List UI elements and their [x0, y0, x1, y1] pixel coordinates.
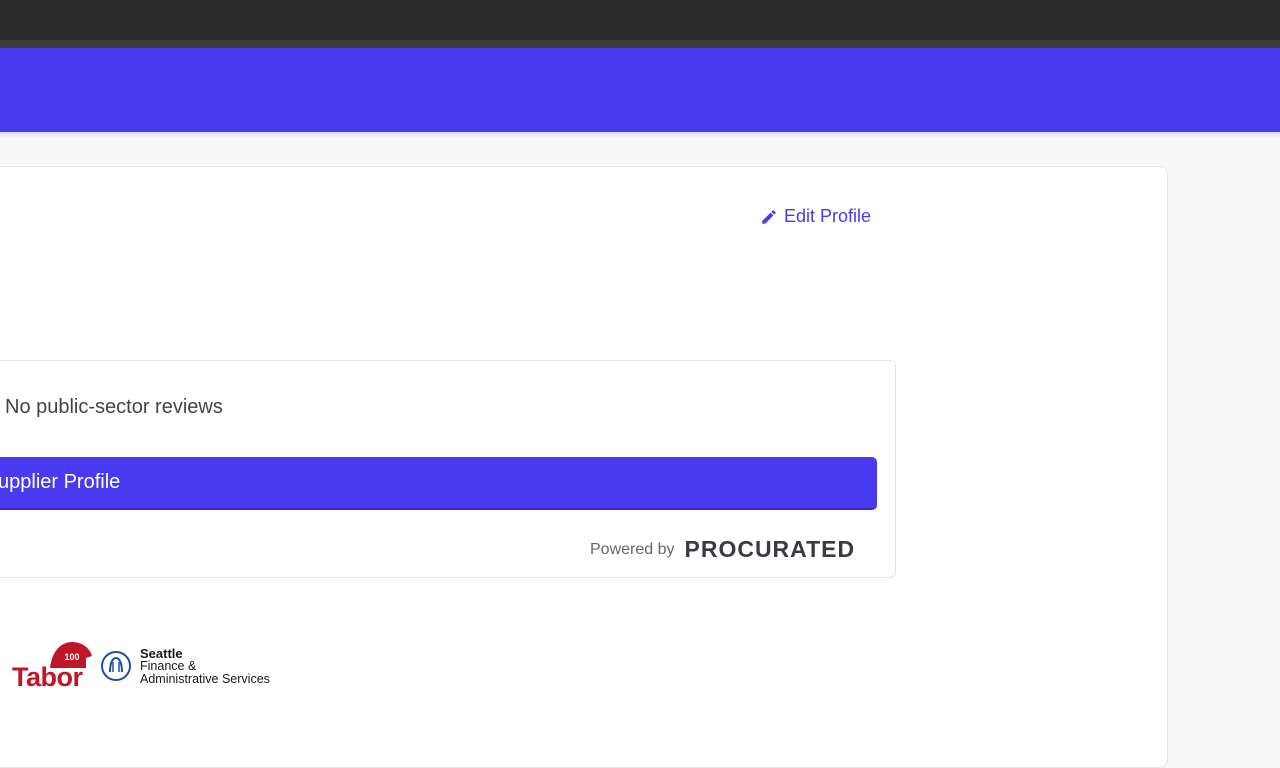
browser-chrome-edge	[0, 40, 1280, 48]
browser-chrome-bar	[0, 0, 1280, 40]
edit-profile-link[interactable]: Edit Profile	[760, 206, 871, 227]
powered-by: Powered by PROCURATED	[590, 536, 855, 563]
seattle-seal-icon	[101, 651, 131, 681]
pencil-icon	[762, 209, 776, 224]
seattle-line1: Seattle	[140, 645, 183, 661]
powered-by-label: Powered by	[590, 540, 675, 558]
reviews-summary: No public-sector reviews	[5, 396, 223, 418]
seattle-line2: Finance &	[140, 658, 197, 673]
supplier-profile-button[interactable]: upplier Profile	[0, 457, 877, 510]
procurated-logo[interactable]: PROCURATED	[685, 536, 856, 563]
footer-logos: 100 Tabor Seattle Finance & Administrati…	[10, 638, 270, 694]
seattle-line3: Administrative Services	[140, 671, 270, 686]
tabor-wordmark: Tabor	[12, 662, 83, 692]
tabor-badge-text: 100	[64, 652, 79, 662]
seattle-fas-logo-text: Seattle Finance & Administrative Service…	[140, 647, 270, 686]
tabor-logo: 100 Tabor	[10, 640, 96, 692]
site-header-bar	[0, 48, 1280, 132]
header-shadow	[0, 132, 1280, 138]
edit-profile-label: Edit Profile	[784, 206, 872, 226]
supplier-profile-button-label: upplier Profile	[0, 471, 121, 493]
